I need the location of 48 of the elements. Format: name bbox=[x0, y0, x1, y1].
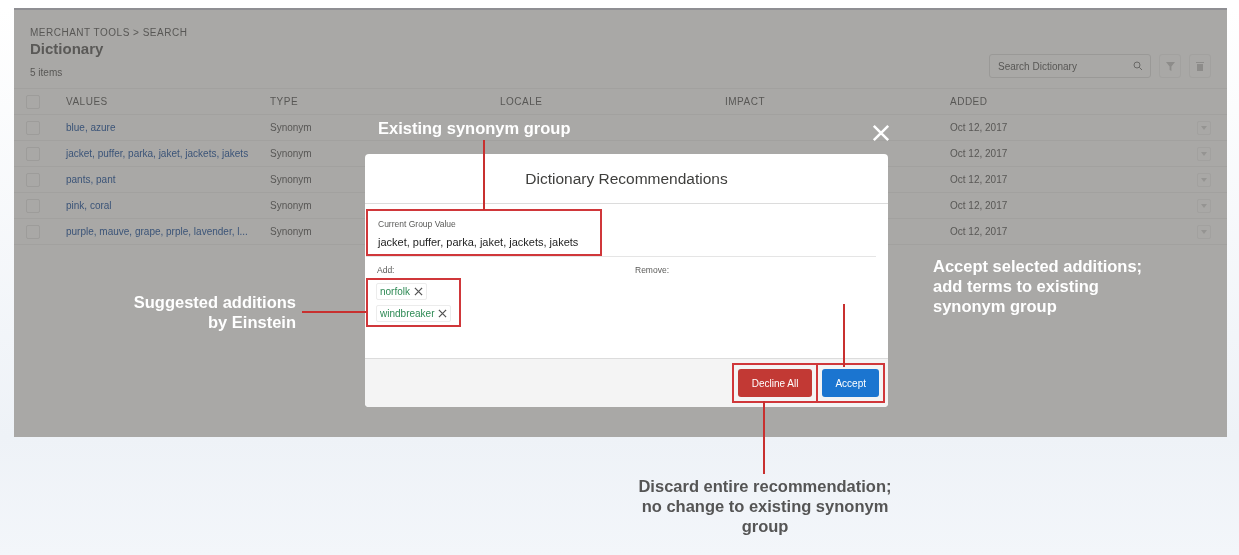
table-cell: Oct 12, 2017 bbox=[950, 200, 1008, 211]
breadcrumb: MERCHANT TOOLS > SEARCH bbox=[30, 27, 188, 38]
value-link[interactable]: purple, mauve, grape, prple, lavender, l... bbox=[66, 226, 248, 237]
value-link[interactable]: blue, azure bbox=[66, 122, 116, 133]
trash-icon bbox=[1196, 61, 1204, 71]
annotation-text: Existing synonym group bbox=[378, 118, 571, 138]
decline-button[interactable]: Decline All bbox=[737, 369, 813, 397]
value-link[interactable]: pink, coral bbox=[66, 200, 112, 211]
annotation-text: Suggested additions by Einstein bbox=[132, 292, 296, 332]
table-cell: Oct 12, 2017 bbox=[950, 122, 1008, 133]
term-text: norfolk bbox=[380, 286, 410, 297]
page-title: Dictionary bbox=[30, 40, 105, 57]
table-cell: Synonym bbox=[270, 200, 312, 211]
annotation-text: Discard entire recommendation; no change to existing synonym group bbox=[637, 476, 893, 536]
column-header: VALUES bbox=[66, 96, 108, 107]
remove-term-button[interactable] bbox=[438, 309, 448, 318]
field-value: jacket, puffer, parka, jaket, jackets, jakets bbox=[378, 236, 580, 248]
column-header: IMPACT bbox=[725, 96, 766, 107]
table-cell: Oct 12, 2017 bbox=[950, 174, 1008, 185]
table-cell: Synonym bbox=[270, 226, 312, 237]
term-text: windbreaker bbox=[380, 308, 435, 319]
close-icon bbox=[872, 124, 890, 142]
annotation-text: Accept selected additions; add terms to existing synonym group bbox=[933, 256, 1143, 316]
field-label: Current Group Value bbox=[378, 219, 457, 229]
column-header: ADDED bbox=[950, 96, 988, 107]
add-label: Add: bbox=[377, 265, 395, 275]
value-link[interactable]: pants, pant bbox=[66, 174, 116, 185]
value-link[interactable]: jacket, puffer, parka, jaket, jackets, jakets bbox=[66, 148, 249, 159]
dialog-title: Dictionary Recommendations bbox=[525, 169, 728, 188]
filter-icon bbox=[1165, 61, 1175, 71]
item-count: 5 items bbox=[30, 67, 64, 78]
remove-term-button[interactable] bbox=[414, 287, 423, 296]
table-cell: Oct 12, 2017 bbox=[950, 226, 1008, 237]
table-cell: Oct 12, 2017 bbox=[950, 148, 1008, 159]
table-cell: Synonym bbox=[270, 174, 312, 185]
search-icon bbox=[1133, 61, 1143, 71]
table-cell: Synonym bbox=[270, 148, 312, 159]
delete-button[interactable] bbox=[1189, 54, 1211, 78]
column-header: TYPE bbox=[270, 96, 299, 107]
accept-button[interactable]: Accept bbox=[822, 369, 879, 397]
filter-button[interactable] bbox=[1159, 54, 1181, 78]
table-cell: Synonym bbox=[270, 122, 312, 133]
close-button[interactable] bbox=[872, 124, 890, 142]
close-icon bbox=[438, 309, 448, 318]
remove-label: Remove: bbox=[635, 265, 669, 275]
column-header: LOCALE bbox=[500, 96, 543, 107]
search-field[interactable]: Search Dictionary bbox=[989, 54, 1151, 78]
close-icon bbox=[414, 287, 423, 296]
